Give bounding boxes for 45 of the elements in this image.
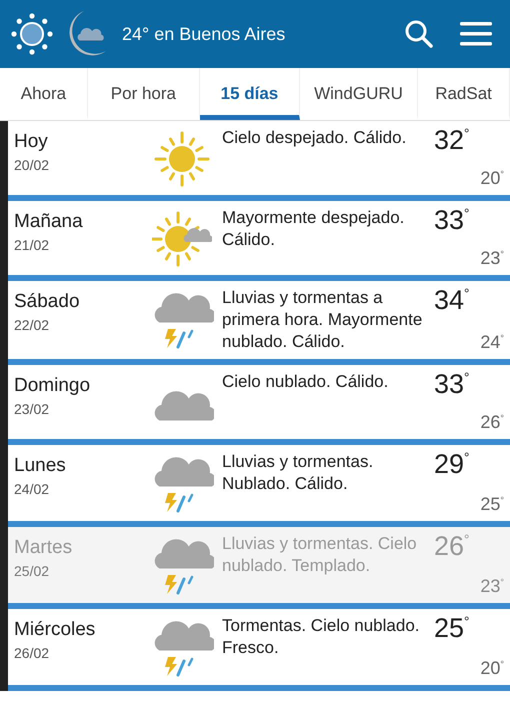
- low-temperature: 24$^{°}$: [480, 332, 504, 353]
- low-temperature: 23$^{°}$: [480, 248, 504, 269]
- day-date: 24/02: [14, 481, 50, 497]
- search-button[interactable]: [404, 19, 434, 49]
- tab[interactable]: 15 días: [200, 68, 300, 120]
- day-date: 22/02: [14, 317, 50, 333]
- low-temperature: 20$^{°}$: [480, 168, 504, 189]
- day-date: 26/02: [14, 645, 50, 661]
- high-temperature: 32$^{°}$: [434, 125, 470, 156]
- low-temperature: 23$^{°}$: [480, 576, 504, 597]
- low-temperature: 20$^{°}$: [480, 658, 504, 679]
- day-name: Sábado: [14, 291, 81, 313]
- high-temperature: 33$^{°}$: [434, 205, 470, 236]
- forecast-summary: Lluvias y tormentas. Cielo nublado. Templado.: [222, 533, 418, 577]
- sun-icon: [152, 129, 212, 189]
- high-temperature: 29$^{°}$: [434, 449, 470, 480]
- day-date: 23/02: [14, 401, 50, 417]
- day-row[interactable]: Martes 25/02 Lluvias y tormentas. Cielo nublado. Templado. 26$^{°}$ 23$^{°}$: [8, 527, 510, 609]
- low-temperature: 25$^{°}$: [480, 494, 504, 515]
- day-name: Martes: [14, 537, 74, 559]
- day-name: Miércoles: [14, 619, 96, 641]
- forecast-summary: Tormentas. Cielo nublado. Fresco.: [222, 615, 421, 659]
- forecast-summary: Cielo nublado. Cálido.: [222, 371, 390, 393]
- day-date: 25/02: [14, 563, 50, 579]
- day-name: Mañana: [14, 211, 84, 233]
- forecast-summary: Mayormente despejado. Cálido.: [222, 207, 406, 251]
- sun-icon: [10, 12, 54, 56]
- high-temperature: 33$^{°}$: [434, 369, 470, 400]
- menu-button[interactable]: [460, 21, 492, 47]
- search-icon: [404, 19, 434, 49]
- day-name: Lunes: [14, 455, 67, 477]
- low-temperature: 26$^{°}$: [480, 412, 504, 433]
- day-name: Hoy: [14, 131, 49, 153]
- day-date: 21/02: [14, 237, 50, 253]
- menu-icon: [460, 21, 492, 47]
- location-title: 24° en Buenos Aires: [122, 24, 286, 44]
- day-date: 20/02: [14, 157, 50, 173]
- forecast-summary: Lluvias y tormentas. Nublado. Cálido.: [222, 451, 374, 495]
- day-name: Domingo: [14, 375, 92, 397]
- sun-cloud-icon: [152, 209, 212, 269]
- forecast-summary: Lluvias y tormentas a primera hora. Mayormente nublado. Cálido.: [222, 287, 424, 353]
- high-temperature: 34$^{°}$: [434, 285, 470, 316]
- high-temperature: 25$^{°}$: [434, 613, 470, 644]
- forecast-summary: Cielo despejado. Cálido.: [222, 127, 408, 149]
- high-temperature: 26$^{°}$: [434, 531, 470, 562]
